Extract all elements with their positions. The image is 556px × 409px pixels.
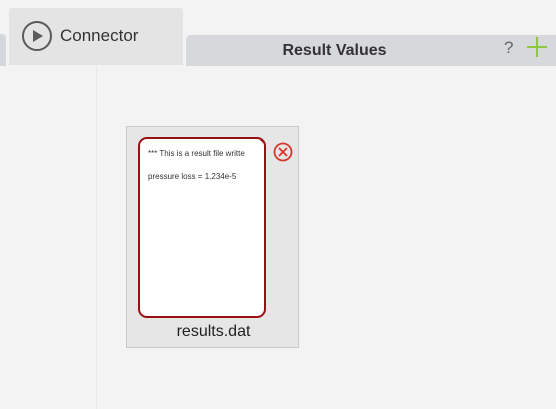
document-corner-icon xyxy=(257,139,264,146)
tab-result-values-label: Result Values xyxy=(282,42,387,59)
file-name: results.dat xyxy=(176,323,251,340)
file-preview-line: *** This is a result file writte xyxy=(148,149,245,158)
left-collapsed-tab[interactable] xyxy=(0,34,6,66)
play-icon[interactable] xyxy=(22,20,52,51)
close-circle-icon[interactable] xyxy=(273,142,293,162)
app-root: Connector Result Values ? *** This is a … xyxy=(0,0,556,409)
plus-icon[interactable] xyxy=(526,36,548,58)
tab-connector-label: Connector xyxy=(60,25,139,45)
panel-divider xyxy=(96,66,97,409)
tab-result-values[interactable]: Result Values ? xyxy=(186,35,556,66)
file-preview-line: pressure loss = 1.234e-5 xyxy=(148,172,237,181)
tab-connector[interactable]: Connector xyxy=(9,8,183,65)
help-icon[interactable]: ? xyxy=(504,38,513,58)
file-card[interactable]: *** This is a result file writte pressur… xyxy=(126,126,299,348)
file-preview[interactable]: *** This is a result file writte pressur… xyxy=(138,137,266,318)
